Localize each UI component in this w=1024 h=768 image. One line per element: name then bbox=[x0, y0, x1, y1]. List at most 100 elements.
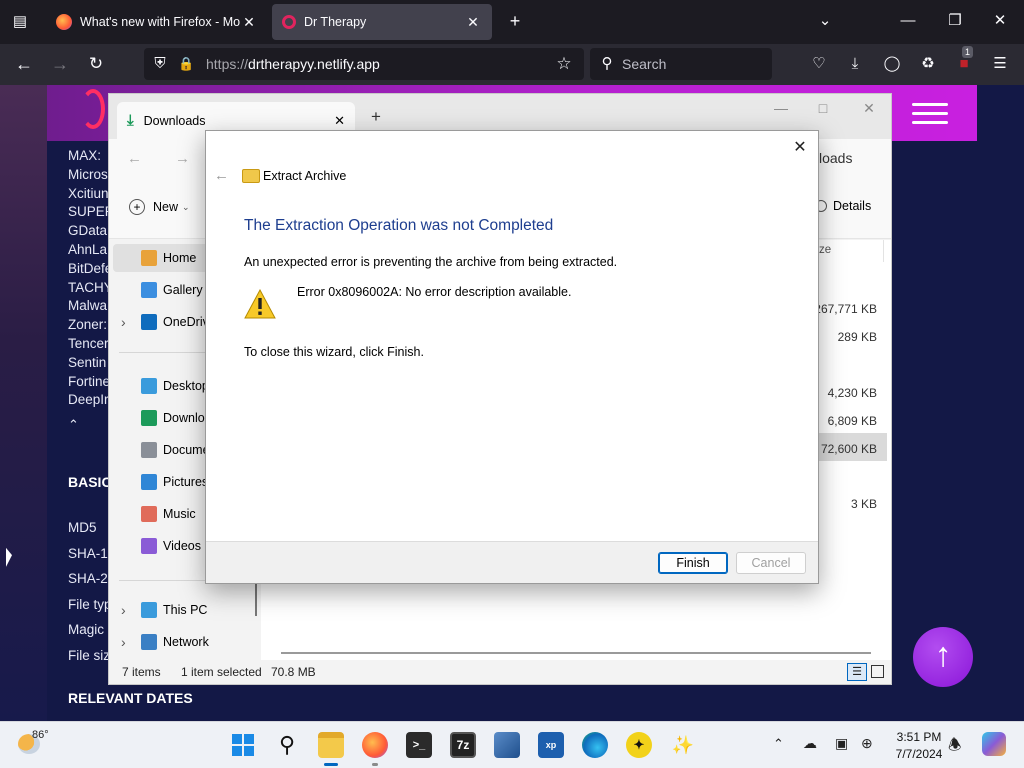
zip-folder-icon bbox=[242, 169, 260, 183]
sidebar-item-network[interactable]: › Network bbox=[109, 628, 257, 656]
taskbar-search-icon[interactable]: ⚲ bbox=[274, 732, 300, 758]
sidebar-item-label: Music bbox=[163, 507, 196, 521]
sidebar-item-label: Videos bbox=[163, 539, 201, 553]
clock-date[interactable]: 7/7/2024 bbox=[892, 747, 946, 761]
edge-icon[interactable] bbox=[582, 732, 608, 758]
sidebar-item-label: Network bbox=[163, 635, 209, 649]
maximize-icon[interactable]: □ bbox=[813, 100, 833, 116]
pocket-icon[interactable]: ♡ bbox=[809, 54, 829, 74]
virtualbox-icon[interactable] bbox=[494, 732, 520, 758]
back-icon[interactable]: ← bbox=[127, 150, 142, 167]
details-view-icon[interactable]: ☰ bbox=[847, 663, 867, 681]
list-all-tabs-icon[interactable]: ⌄ bbox=[815, 11, 835, 31]
lock-icon[interactable]: 🔒 bbox=[178, 54, 194, 74]
dialog-message: An unexpected error is preventing the ar… bbox=[244, 255, 618, 269]
new-tab-icon[interactable]: + bbox=[505, 11, 525, 31]
scroll-to-top-button[interactable]: ↑ bbox=[913, 627, 973, 687]
plus-circle-icon: + bbox=[129, 199, 145, 215]
extensions-icon[interactable]: ♻ bbox=[918, 54, 938, 74]
sidebar-item-label: Desktop bbox=[163, 379, 209, 393]
tab-overview-icon[interactable]: ▤ bbox=[10, 12, 30, 32]
horizontal-scrollbar[interactable] bbox=[281, 652, 871, 654]
weather-temperature: 86° bbox=[32, 729, 49, 741]
extension-badge: 1 bbox=[962, 46, 974, 58]
ublock-extension-icon[interactable]: ■ 1 bbox=[954, 46, 974, 74]
tab-firefox-whats-new[interactable]: What's new with Firefox - More ✕ bbox=[46, 4, 268, 40]
windows-taskbar: 86° ⚲ >_ 7z xp ✦ ✨ ⌃ ☁ ▣ ⊕ 3:51 PM 7/7/2… bbox=[0, 721, 1024, 768]
downloads-icon[interactable]: ⤓ bbox=[845, 54, 865, 74]
status-selected: 1 item selected bbox=[181, 665, 262, 679]
start-windows-icon[interactable] bbox=[230, 732, 256, 758]
this-pc-icon bbox=[141, 602, 157, 618]
minimize-icon[interactable]: — bbox=[771, 100, 791, 116]
tab-dr-therapy[interactable]: Dr Therapy ✕ bbox=[272, 4, 492, 40]
basic-property-item: MD5 bbox=[68, 520, 97, 535]
minimize-icon[interactable]: — bbox=[898, 11, 918, 31]
column-divider bbox=[883, 240, 884, 262]
sidebar-item-label: OneDriv bbox=[163, 315, 209, 329]
close-tab-icon[interactable]: ✕ bbox=[464, 14, 482, 31]
details-button[interactable]: Details bbox=[815, 199, 871, 213]
url-bar[interactable]: ⛨ 🔒 https://drtherapyy.netlify.app ☆ bbox=[144, 48, 584, 80]
tiles-view-icon[interactable] bbox=[871, 665, 884, 678]
finish-button[interactable]: Finish bbox=[658, 552, 728, 574]
back-icon[interactable]: ← bbox=[14, 54, 34, 74]
expand-chevron-icon[interactable]: › bbox=[121, 314, 126, 330]
cancel-button[interactable]: Cancel bbox=[736, 552, 806, 574]
column-header-size[interactable]: ze bbox=[819, 244, 831, 256]
menu-icon[interactable]: ☰ bbox=[990, 54, 1010, 74]
dr-therapy-favicon-icon bbox=[282, 15, 296, 29]
notifications-bell-icon[interactable]: 🕭 bbox=[948, 735, 961, 760]
close-window-icon[interactable]: ✕ bbox=[990, 11, 1010, 31]
sidebar-item-this-pc[interactable]: › This PC bbox=[109, 596, 257, 624]
terminal-icon[interactable]: >_ bbox=[406, 732, 432, 758]
firefox-icon[interactable] bbox=[362, 732, 388, 758]
back-icon[interactable]: ← bbox=[214, 167, 229, 184]
onedrive-icon bbox=[141, 314, 157, 330]
network-icon bbox=[141, 634, 157, 650]
weather-widget[interactable]: 86° bbox=[10, 728, 70, 762]
bookmark-star-icon[interactable]: ☆ bbox=[554, 54, 574, 74]
expand-chevron-icon[interactable]: › bbox=[121, 634, 126, 650]
close-icon[interactable]: ✕ bbox=[790, 137, 810, 157]
nav-pane-scrollbar[interactable] bbox=[255, 580, 257, 616]
download-icon: ⤓ bbox=[127, 112, 134, 129]
new-tab-icon[interactable]: + bbox=[371, 107, 381, 127]
collapse-chevron-icon[interactable]: ⌃ bbox=[68, 417, 79, 433]
onedrive-offline-icon[interactable]: ☁ bbox=[803, 735, 817, 752]
mobaxterm-icon[interactable]: ✨ bbox=[670, 732, 696, 758]
network-icon[interactable]: ⊕ bbox=[861, 735, 873, 752]
7zip-icon[interactable]: 7z bbox=[450, 732, 476, 758]
forward-icon[interactable]: → bbox=[50, 54, 70, 74]
site-logo[interactable] bbox=[81, 89, 105, 129]
account-icon[interactable]: ◯ bbox=[882, 54, 902, 74]
hamburger-menu-icon[interactable] bbox=[912, 103, 948, 125]
browser-nav-bar: ← → ↻ ⛨ 🔒 https://drtherapyy.netlify.app… bbox=[0, 44, 1024, 85]
dialog-footer: Finish Cancel bbox=[206, 541, 818, 583]
basic-property-item: SHA-2 bbox=[68, 571, 108, 586]
sidebar-item-label: This PC bbox=[163, 603, 208, 617]
restore-icon[interactable]: ❐ bbox=[945, 11, 965, 31]
new-button[interactable]: + New ⌄ bbox=[129, 199, 190, 215]
explorer-tab-title: Downloads bbox=[143, 113, 206, 128]
sidebar-item-label: Docume bbox=[163, 443, 210, 457]
expand-chevron-icon[interactable]: › bbox=[121, 602, 126, 618]
search-bar[interactable]: ⚲ Search bbox=[590, 48, 772, 80]
copilot-icon[interactable] bbox=[982, 732, 1006, 756]
tracking-protection-icon[interactable]: ⛨ bbox=[150, 54, 170, 74]
sandbox-tool-icon[interactable]: ✦ bbox=[626, 732, 652, 758]
windows-xp-vm-icon[interactable]: xp bbox=[538, 732, 564, 758]
close-tab-icon[interactable]: ✕ bbox=[240, 14, 258, 31]
close-tab-icon[interactable]: ✕ bbox=[334, 113, 345, 129]
close-icon[interactable]: ✕ bbox=[859, 100, 879, 117]
reload-icon[interactable]: ↻ bbox=[86, 54, 106, 74]
address-bar-text[interactable]: loads bbox=[819, 150, 852, 166]
display-icon[interactable]: ▣ bbox=[835, 735, 848, 752]
running-indicator bbox=[324, 763, 338, 766]
forward-icon[interactable]: → bbox=[175, 150, 190, 167]
file-explorer-icon[interactable] bbox=[318, 732, 344, 758]
search-icon: ⚲ bbox=[601, 55, 613, 72]
show-hidden-icons-chevron[interactable]: ⌃ bbox=[773, 736, 784, 752]
clock-time[interactable]: 3:51 PM bbox=[892, 730, 946, 744]
music-icon bbox=[141, 506, 157, 522]
